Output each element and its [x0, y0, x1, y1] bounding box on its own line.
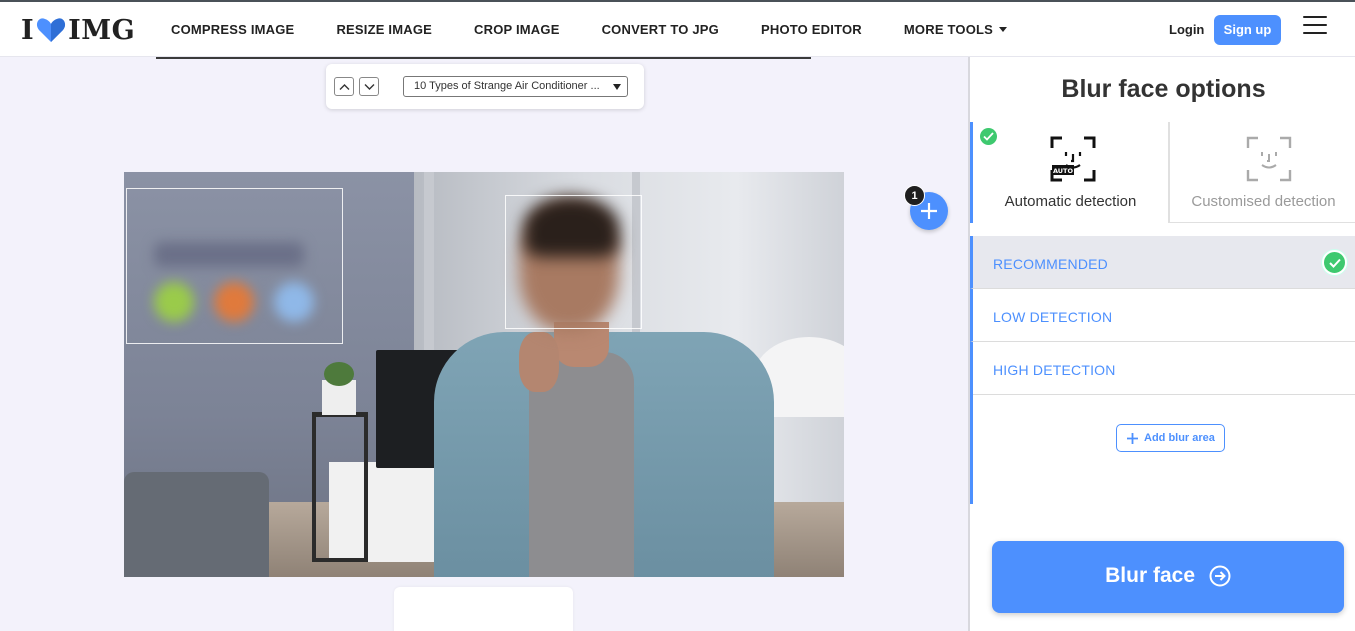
logo-letter-i: I	[21, 14, 35, 46]
auto-icon-text: AUTO	[1053, 167, 1074, 175]
plus-icon	[921, 203, 937, 219]
bottom-panel	[394, 587, 573, 631]
previous-image-button[interactable]	[334, 77, 354, 96]
face-count-badge: 1	[904, 185, 925, 206]
signup-button[interactable]: Sign up	[1214, 15, 1281, 45]
nav-resize-image[interactable]: RESIZE IMAGE	[336, 22, 432, 37]
blur-face-button-label: Blur face	[1105, 564, 1196, 587]
nav-more-tools[interactable]: MORE TOOLS	[903, 22, 1008, 37]
hamburger-menu-icon[interactable]	[1303, 16, 1327, 34]
chevron-up-icon	[339, 84, 350, 90]
option-recommended[interactable]: RECOMMENDED	[970, 236, 1355, 289]
sidebar-title: Blur face options	[1061, 75, 1266, 103]
preview-image	[124, 172, 844, 577]
tab-automatic-detection[interactable]: AUTO Automatic detection	[970, 122, 1169, 223]
tab-automatic-detection-label: Automatic detection	[1004, 193, 1137, 210]
blur-face-button[interactable]: Blur face	[992, 541, 1344, 613]
sidebar-accent-line	[970, 394, 973, 504]
arrow-circle-right-icon	[1209, 565, 1231, 587]
nav-convert-to-jpg[interactable]: CONVERT TO JPG	[602, 22, 719, 37]
nav-compress-image[interactable]: COMPRESS IMAGE	[171, 22, 294, 37]
tab-customised-detection-label: Customised detection	[1191, 193, 1336, 210]
tab-customised-detection[interactable]: Customised detection	[1169, 122, 1355, 223]
caret-down-icon	[999, 27, 1008, 32]
ilovimg-logo[interactable]: I IMG	[21, 14, 136, 46]
option-high-detection-label: HIGH DETECTION	[993, 362, 1116, 378]
option-recommended-label: RECOMMENDED	[993, 256, 1108, 272]
chevron-down-icon	[364, 84, 375, 90]
heart-icon	[37, 18, 66, 42]
dropdown-caret-icon	[613, 84, 621, 90]
image-file-select-value: 10 Types of Strange Air Conditioner ...	[414, 80, 600, 92]
recommended-check-icon	[1322, 250, 1347, 275]
blur-options-sidebar: Blur face options AUTO Automatic detecti…	[968, 57, 1355, 631]
selected-check-icon	[980, 128, 997, 145]
nav-more-tools-label: MORE TOOLS	[903, 22, 994, 37]
main-nav: COMPRESS IMAGE RESIZE IMAGE CROP IMAGE C…	[150, 2, 1028, 57]
login-link[interactable]: Login	[1169, 22, 1204, 37]
image-file-select[interactable]: 10 Types of Strange Air Conditioner ...	[403, 76, 628, 97]
add-blur-area-button[interactable]: Add blur area	[1116, 424, 1225, 452]
top-navigation-bar: I IMG COMPRESS IMAGE RESIZE IMAGE CROP I…	[0, 0, 1355, 57]
plus-icon	[1127, 433, 1138, 444]
option-high-detection[interactable]: HIGH DETECTION	[970, 342, 1355, 395]
add-blur-area-label: Add blur area	[1144, 432, 1215, 444]
logo-text-img: IMG	[68, 14, 136, 46]
detected-area-box[interactable]	[126, 188, 343, 344]
nav-photo-editor[interactable]: PHOTO EDITOR	[761, 22, 862, 37]
option-low-detection[interactable]: LOW DETECTION	[970, 289, 1355, 342]
auto-face-scan-icon: AUTO	[1050, 136, 1096, 182]
nav-crop-image[interactable]: CROP IMAGE	[474, 22, 560, 37]
option-low-detection-label: LOW DETECTION	[993, 309, 1113, 325]
detected-face-box[interactable]	[505, 195, 642, 329]
next-image-button[interactable]	[359, 77, 379, 96]
image-pager: 10 Types of Strange Air Conditioner ...	[326, 64, 644, 109]
face-scan-icon	[1246, 136, 1292, 182]
